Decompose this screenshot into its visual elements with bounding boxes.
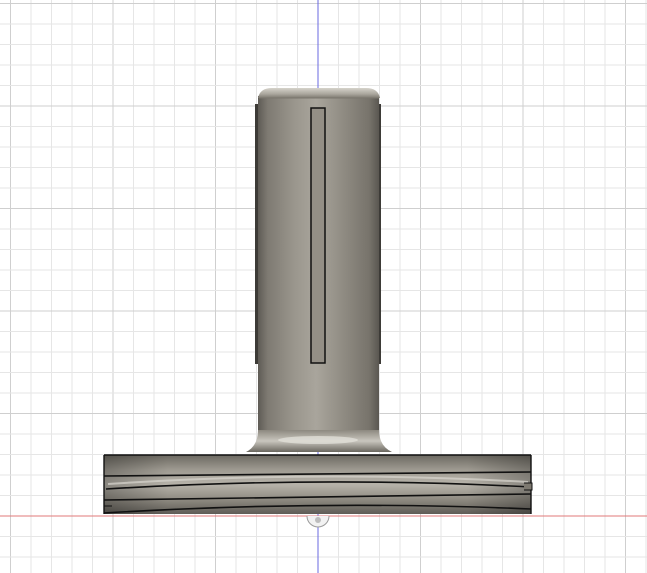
origin-point-icon xyxy=(315,517,321,523)
origin-marker[interactable] xyxy=(306,515,330,528)
shaft-top-cap[interactable] xyxy=(258,88,380,98)
part-body[interactable] xyxy=(103,88,533,514)
cad-viewport[interactable] xyxy=(0,0,647,573)
flange-right-step xyxy=(524,482,533,491)
fillet-highlight xyxy=(278,436,358,444)
viewport-canvas[interactable] xyxy=(0,0,647,573)
keyway-slot[interactable] xyxy=(310,107,326,364)
